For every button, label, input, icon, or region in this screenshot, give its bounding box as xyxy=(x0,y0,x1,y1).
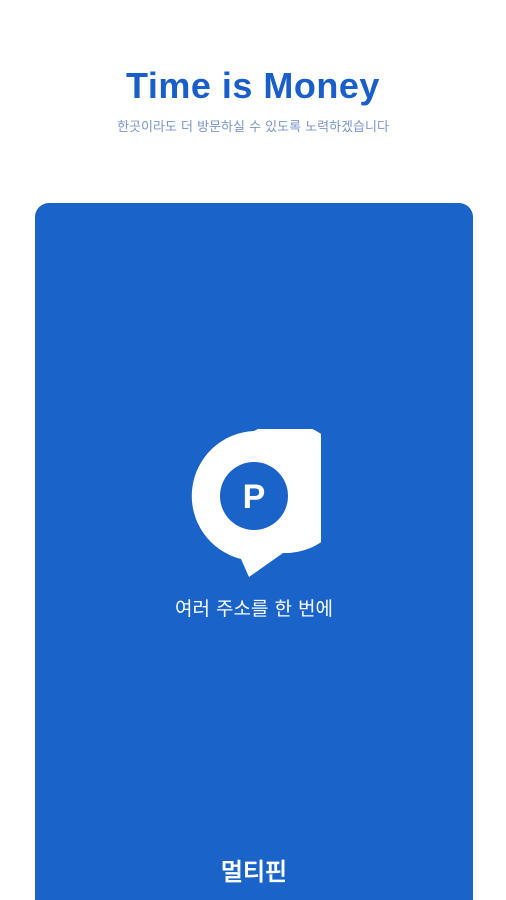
tagline: 한곳이라도 더 방문하실 수 있도록 노력하겠습니다 xyxy=(117,120,389,135)
location-pin-icon: P xyxy=(191,429,321,577)
feature-caption: 여러 주소를 한 번에 xyxy=(175,598,333,620)
pin-letter: P xyxy=(243,478,266,516)
headline: Time is Money xyxy=(126,65,380,106)
feature-card: P 여러 주소를 한 번에 멀티핀 xyxy=(35,203,473,900)
brand-name: 멀티핀 xyxy=(220,858,288,886)
screen: Time is Money 한곳이라도 더 방문하실 수 있도록 노력하겠습니다… xyxy=(0,0,506,900)
